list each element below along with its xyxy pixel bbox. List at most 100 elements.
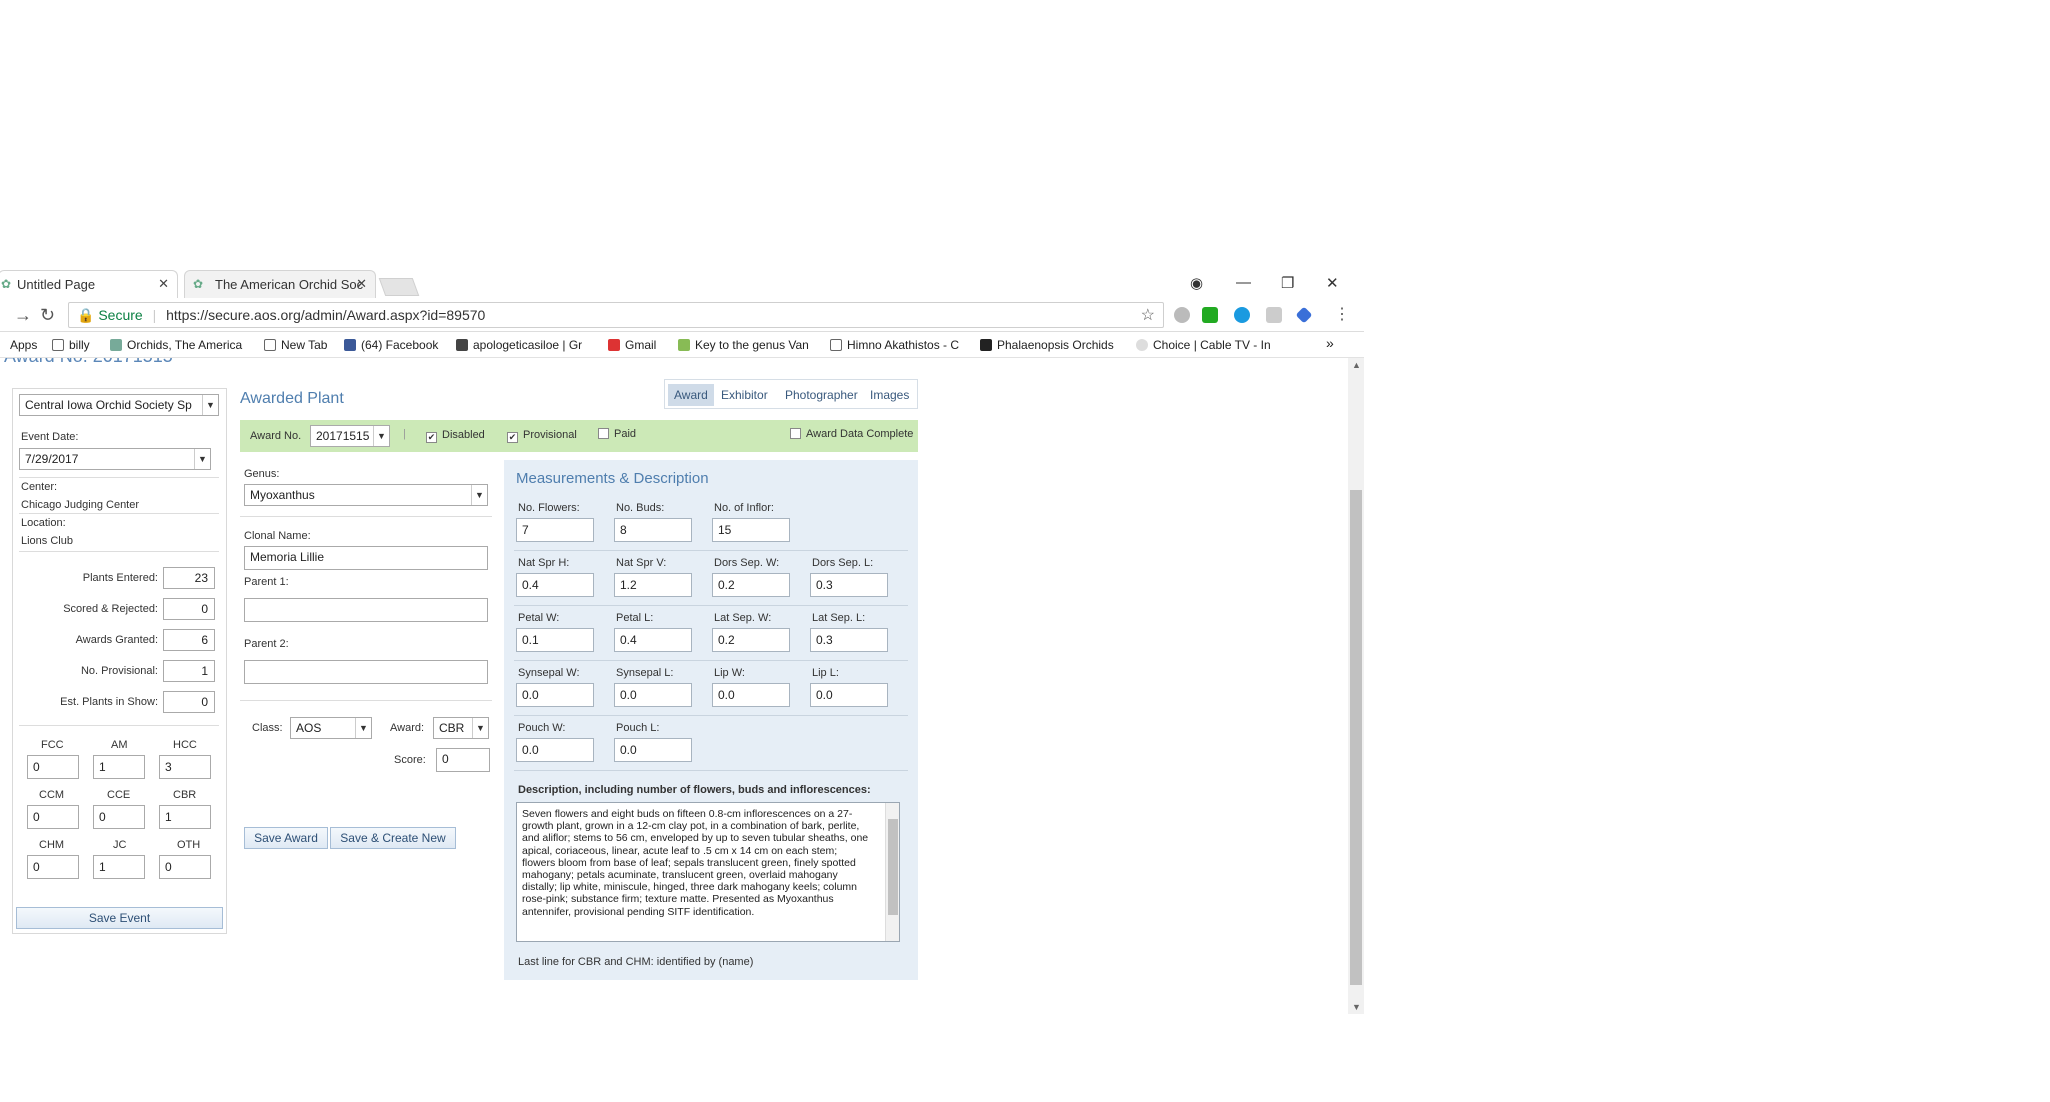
bookmark-apps[interactable]: Apps <box>10 338 37 352</box>
pdf-extension-icon[interactable] <box>1266 307 1282 323</box>
award-status-bar: Award No. 20171515 ▼ | ✔ Disabled ✔ Provisi… <box>240 420 918 452</box>
plants-entered-input[interactable]: 23 <box>163 567 215 589</box>
award-no-select[interactable]: 20171515 ▼ <box>310 425 390 447</box>
pouch-l-label: Pouch L: <box>616 722 660 734</box>
menu-icon[interactable]: ⋮ <box>1334 304 1350 324</box>
center-value: Chicago Judging Center <box>21 499 140 511</box>
pouch-l-input[interactable]: 0.0 <box>614 738 692 762</box>
no-inflor-input[interactable]: 15 <box>712 518 790 542</box>
dors-sep-w-input[interactable]: 0.2 <box>712 573 790 597</box>
extension-icon[interactable] <box>1202 307 1218 323</box>
restore-icon[interactable]: ❐ <box>1281 274 1294 292</box>
hcc-input[interactable]: 3 <box>159 755 211 779</box>
tab-award[interactable]: Award <box>668 384 714 406</box>
measurements-panel: Measurements & Description No. Flowers: … <box>504 460 918 980</box>
save-create-new-button[interactable]: Save & Create New <box>330 827 456 849</box>
reload-icon[interactable]: ↻ <box>40 305 55 326</box>
score-label: Score: <box>394 754 426 766</box>
tab-images[interactable]: Images <box>864 384 915 406</box>
no-buds-input[interactable]: 8 <box>614 518 692 542</box>
dors-sep-l-input[interactable]: 0.3 <box>810 573 888 597</box>
cce-input[interactable]: 0 <box>93 805 145 829</box>
bookmark-orchids[interactable]: Orchids, The America <box>110 338 242 352</box>
skype-icon[interactable] <box>1234 307 1250 323</box>
award-data-complete-checkbox[interactable]: Award Data Complete <box>790 428 913 440</box>
bookmark-billy[interactable]: billy <box>52 338 90 352</box>
extension-icon[interactable] <box>1295 306 1313 324</box>
forward-icon[interactable]: → <box>14 305 32 326</box>
award-select[interactable]: CBR ▼ <box>433 717 489 739</box>
parent1-input[interactable] <box>244 598 488 622</box>
bookmarks-overflow-icon[interactable]: » <box>1326 335 1334 351</box>
lip-l-input[interactable]: 0.0 <box>810 683 888 707</box>
ccm-input[interactable]: 0 <box>27 805 79 829</box>
bookmark-choice[interactable]: Choice | Cable TV - In <box>1136 338 1271 352</box>
am-input[interactable]: 1 <box>93 755 145 779</box>
browser-tab-untitled[interactable]: ✿ Untitled Page ✕ <box>0 270 178 298</box>
chevron-down-icon: ▼ <box>471 485 487 505</box>
close-icon[interactable]: ✕ <box>158 276 169 292</box>
est-plants-input[interactable]: 0 <box>163 691 215 713</box>
window-close-icon[interactable]: ✕ <box>1326 274 1339 292</box>
fcc-input[interactable]: 0 <box>27 755 79 779</box>
bookmark-key-genus[interactable]: Key to the genus Van <box>678 338 809 352</box>
lat-sep-l-input[interactable]: 0.3 <box>810 628 888 652</box>
genus-select[interactable]: Myoxanthus ▼ <box>244 484 488 506</box>
synsepal-l-label: Synsepal L: <box>616 667 674 679</box>
clonal-name-input[interactable]: Memoria Lillie <box>244 546 488 570</box>
paid-checkbox[interactable]: Paid <box>598 428 636 440</box>
description-textarea[interactable]: Seven flowers and eight buds on fifteen … <box>516 802 900 942</box>
page-scrollbar[interactable]: ▲ ▼ <box>1348 358 1364 1014</box>
bookmark-star-icon[interactable]: ☆ <box>1141 305 1155 325</box>
minimize-icon[interactable]: — <box>1236 274 1251 291</box>
lip-w-input[interactable]: 0.0 <box>712 683 790 707</box>
bookmark-himno[interactable]: Himno Akathistos - C <box>830 338 959 352</box>
browser-tab-aos[interactable]: ✿ The American Orchid Soc ✕ <box>184 270 376 298</box>
save-award-button[interactable]: Save Award <box>244 827 328 849</box>
nat-spr-h-input[interactable]: 0.4 <box>516 573 594 597</box>
no-flowers-input[interactable]: 7 <box>516 518 594 542</box>
score-input[interactable]: 0 <box>436 748 490 772</box>
scroll-down-icon: ▼ <box>1352 1002 1361 1012</box>
scrollbar[interactable] <box>885 803 899 941</box>
bookmark-new-tab[interactable]: New Tab <box>264 338 327 352</box>
society-select[interactable]: Central Iowa Orchid Society Sp ▼ <box>19 394 219 416</box>
page-favicon-icon: ✿ <box>1 277 12 291</box>
scored-rejected-input[interactable]: 0 <box>163 598 215 620</box>
save-event-button[interactable]: Save Event <box>16 907 223 929</box>
bookmark-apologetica[interactable]: apologeticasiloe | Gr <box>456 338 582 352</box>
provisional-count-input[interactable]: 1 <box>163 660 215 682</box>
chm-input[interactable]: 0 <box>27 855 79 879</box>
parent2-label: Parent 2: <box>244 638 289 650</box>
petal-l-input[interactable]: 0.4 <box>614 628 692 652</box>
bookmark-gmail[interactable]: Gmail <box>608 338 656 352</box>
close-icon[interactable]: ✕ <box>356 276 367 292</box>
event-date-picker[interactable]: 7/29/2017 ▼ <box>19 448 211 470</box>
petal-w-input[interactable]: 0.1 <box>516 628 594 652</box>
lat-sep-w-input[interactable]: 0.2 <box>712 628 790 652</box>
bookmark-facebook[interactable]: (64) Facebook <box>344 338 438 352</box>
site-icon <box>1136 339 1148 351</box>
bookmark-phalaenopsis[interactable]: Phalaenopsis Orchids <box>980 338 1114 352</box>
cbr-input[interactable]: 1 <box>159 805 211 829</box>
tab-photographer[interactable]: Photographer <box>779 384 864 406</box>
scroll-thumb[interactable] <box>1350 490 1362 985</box>
oth-input[interactable]: 0 <box>159 855 211 879</box>
provisional-checkbox[interactable]: ✔ Provisional <box>507 429 577 443</box>
pouch-w-input[interactable]: 0.0 <box>516 738 594 762</box>
nat-spr-v-input[interactable]: 1.2 <box>614 573 692 597</box>
account-icon[interactable]: ◉ <box>1190 274 1203 292</box>
tab-exhibitor[interactable]: Exhibitor <box>715 384 774 406</box>
new-tab-button[interactable] <box>378 278 420 296</box>
clonal-name-label: Clonal Name: <box>244 530 311 542</box>
disabled-checkbox[interactable]: ✔ Disabled <box>426 429 485 443</box>
synsepal-l-input[interactable]: 0.0 <box>614 683 692 707</box>
synsepal-w-input[interactable]: 0.0 <box>516 683 594 707</box>
address-bar[interactable]: 🔒 Secure | https://secure.aos.org/admin/… <box>68 302 1164 328</box>
page-title: Award No. 20171515 <box>4 358 173 367</box>
jc-input[interactable]: 1 <box>93 855 145 879</box>
parent2-input[interactable] <box>244 660 488 684</box>
awards-granted-input[interactable]: 6 <box>163 629 215 651</box>
class-select[interactable]: AOS ▼ <box>290 717 372 739</box>
extension-icon[interactable] <box>1174 307 1190 323</box>
